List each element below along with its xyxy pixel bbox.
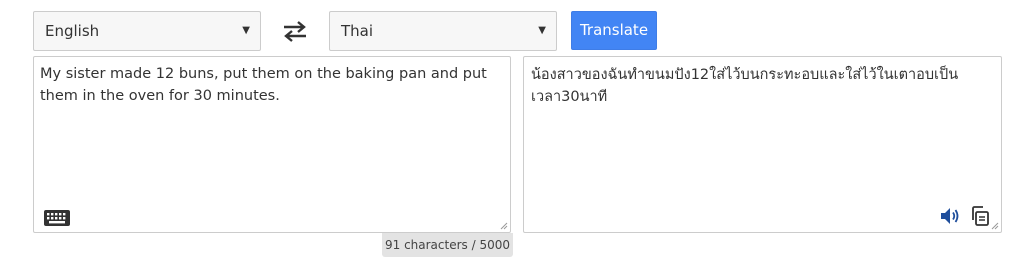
swap-languages-icon[interactable] xyxy=(281,19,309,43)
target-language-value: Thai xyxy=(341,22,374,40)
target-language-select[interactable]: Thai ▼ xyxy=(329,11,557,51)
source-text: My sister made 12 buns, put them on the … xyxy=(40,66,487,104)
source-text-area[interactable]: My sister made 12 buns, put them on the … xyxy=(33,56,511,233)
speaker-icon[interactable] xyxy=(939,206,961,226)
resize-handle-icon[interactable] xyxy=(991,222,999,230)
translate-button[interactable]: Translate xyxy=(571,11,657,50)
translated-text: น้องสาวของฉันทำขนมปัง12ใส่ไว้บนกระทะอบแล… xyxy=(531,67,959,105)
keyboard-icon[interactable] xyxy=(43,209,71,227)
character-counter: 91 characters / 5000 xyxy=(382,233,513,257)
chevron-down-icon: ▼ xyxy=(538,25,546,36)
chevron-down-icon: ▼ xyxy=(242,25,250,36)
source-language-value: English xyxy=(45,22,100,40)
translated-text-area[interactable]: น้องสาวของฉันทำขนมปัง12ใส่ไว้บนกระทะอบแล… xyxy=(523,56,1002,233)
copy-icon[interactable] xyxy=(969,205,991,227)
source-language-select[interactable]: English ▼ xyxy=(33,11,261,51)
resize-handle-icon[interactable] xyxy=(500,222,508,230)
